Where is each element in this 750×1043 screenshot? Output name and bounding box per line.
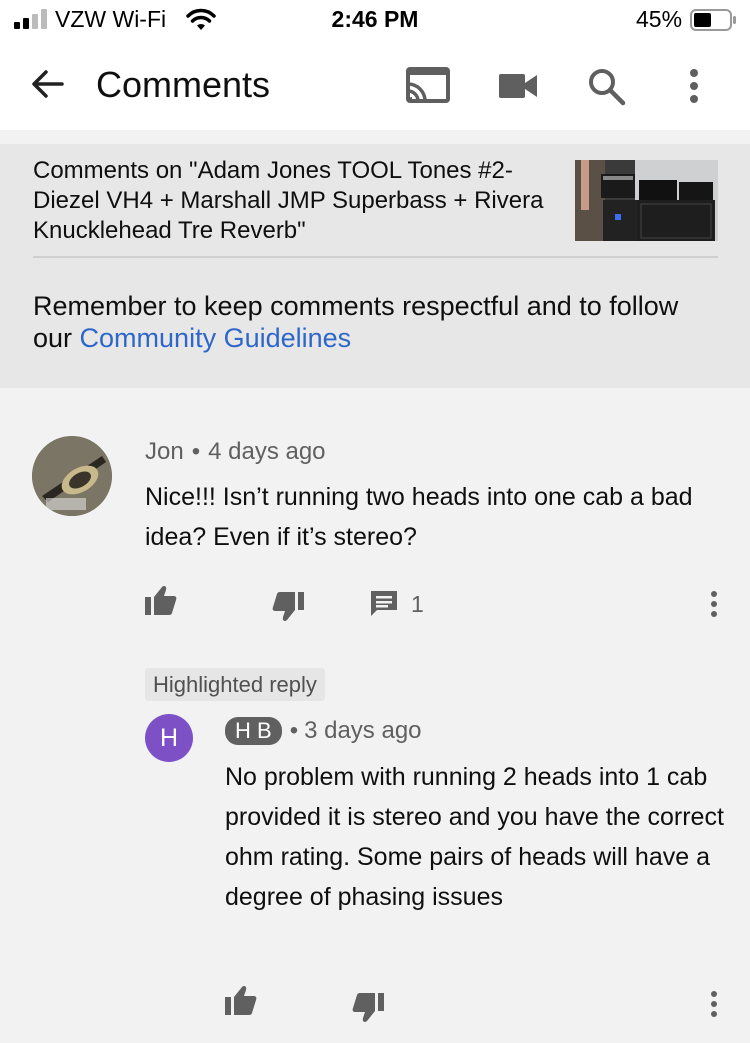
comments-on-title: Comments on "Adam Jones TOOL Tones #2- D… — [33, 157, 544, 244]
reply-more-button[interactable] — [699, 984, 729, 1024]
divider — [33, 256, 718, 258]
more-vert-icon — [711, 591, 717, 617]
reply-dislike-button[interactable] — [350, 990, 386, 1026]
reply-meta: H B • 3 days ago — [225, 717, 422, 745]
more-vert-icon — [690, 69, 698, 103]
comment-more-button[interactable] — [699, 584, 729, 624]
back-arrow-icon — [32, 70, 64, 98]
battery-icon — [690, 9, 736, 31]
meta-separator: • — [289, 717, 299, 744]
reply-avatar[interactable]: H — [145, 714, 193, 762]
reply-count[interactable]: 1 — [411, 591, 424, 618]
video-context: Comments on "Adam Jones TOOL Tones #2- D… — [0, 144, 750, 388]
app-bar: Comments — [0, 40, 750, 130]
cast-icon — [406, 67, 450, 103]
video-thumbnail[interactable] — [575, 160, 718, 241]
reply-text: No problem with running 2 heads into 1 c… — [225, 763, 724, 911]
search-button[interactable] — [582, 62, 630, 110]
highlighted-reply-chip: Highlighted reply — [145, 668, 325, 701]
meta-separator: • — [191, 438, 201, 465]
thumbs-up-icon — [225, 986, 257, 1015]
dislike-button[interactable] — [270, 589, 306, 625]
battery-percent: 45% — [636, 6, 683, 32]
video-camera-icon — [499, 74, 537, 98]
page-title: Comments — [96, 64, 271, 105]
back-button[interactable] — [26, 62, 70, 106]
thumbs-down-icon — [352, 993, 384, 1022]
reply-button[interactable] — [368, 588, 400, 620]
comment-time: 4 days ago — [208, 438, 326, 465]
avatar[interactable] — [32, 436, 112, 516]
reply-author[interactable]: H B — [225, 717, 282, 745]
avatar-image — [32, 436, 112, 516]
thumbs-up-icon — [145, 586, 177, 615]
status-bar: VZW Wi-Fi 2:46 PM 45% — [0, 0, 750, 40]
reply-time: 3 days ago — [304, 717, 422, 744]
more-options-button[interactable] — [670, 62, 718, 110]
comment-text: Nice!!! Isn’t running two heads into one… — [145, 483, 693, 551]
thumbs-down-icon — [272, 592, 304, 621]
comment-author[interactable]: Jon — [145, 438, 184, 466]
video-camera-button[interactable] — [494, 62, 542, 110]
comment-meta: Jon • 4 days ago — [145, 438, 326, 466]
more-vert-icon — [711, 991, 717, 1017]
thumbnail-image — [575, 160, 718, 241]
community-guidelines-link[interactable]: Community Guidelines — [80, 323, 352, 353]
cast-button[interactable] — [404, 62, 452, 110]
reply-like-button[interactable] — [223, 982, 259, 1018]
guidelines-note: Remember to keep comments respectful and… — [33, 290, 723, 354]
search-icon — [589, 69, 626, 106]
like-button[interactable] — [143, 582, 179, 618]
comment-bubble-icon — [371, 591, 397, 616]
